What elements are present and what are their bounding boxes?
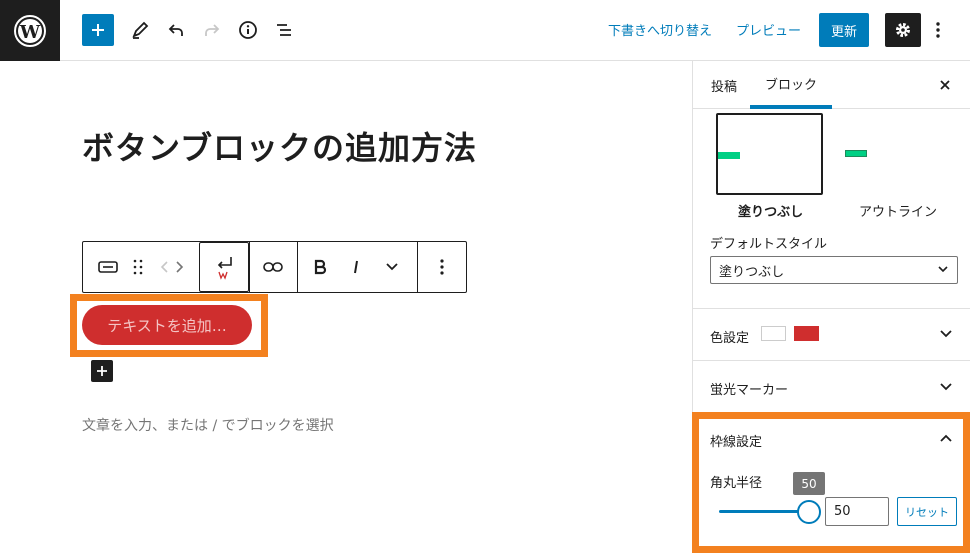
border-radius-slider-thumb[interactable] xyxy=(797,500,821,524)
toolbar-divider xyxy=(297,242,298,292)
slider-value-tooltip: 50 xyxy=(793,472,825,495)
svg-text:W: W xyxy=(19,22,41,43)
tab-block[interactable]: ブロック xyxy=(750,61,832,109)
redo-icon xyxy=(205,24,220,36)
toolbar-divider xyxy=(417,242,418,292)
paragraph-placeholder[interactable]: 文章を入力、または / でブロックを選択 xyxy=(82,415,334,435)
toolbar-divider xyxy=(249,242,250,292)
editor-canvas: ボタンブロックの追加方法 テキストを追加… 文章を入力、または / でブロックを… xyxy=(0,61,692,553)
border-radius-input[interactable]: 50 xyxy=(825,497,889,526)
button-block[interactable]: テキストを追加… xyxy=(82,305,252,345)
details-button[interactable] xyxy=(232,14,264,46)
style-fill-preview[interactable] xyxy=(716,113,823,195)
bold-button[interactable] xyxy=(307,242,333,292)
gear-icon xyxy=(896,23,910,37)
outline-style-sample xyxy=(845,150,867,157)
tab-post[interactable]: 投稿 xyxy=(709,61,739,109)
sidebar-tabs: 投稿 ブロック xyxy=(693,61,970,109)
bold-icon xyxy=(314,259,327,275)
add-block-button[interactable] xyxy=(82,14,114,46)
block-options-button[interactable] xyxy=(427,242,457,292)
background-color-swatch xyxy=(794,326,819,341)
block-toolbar xyxy=(82,241,467,293)
preview-link[interactable]: プレビュー xyxy=(736,20,801,39)
reset-button[interactable]: リセット xyxy=(897,497,957,526)
wordpress-logo-icon[interactable]: W xyxy=(0,0,60,61)
post-title[interactable]: ボタンブロックの追加方法 xyxy=(82,123,477,169)
link-button[interactable] xyxy=(257,242,289,292)
panel-color-settings[interactable]: 色設定 xyxy=(693,308,970,360)
editor-top-bar: W 下書きへ切り替え プレビュー 更新 xyxy=(0,0,970,61)
info-icon xyxy=(239,21,257,39)
list-view-icon xyxy=(277,24,291,36)
update-button[interactable]: 更新 xyxy=(819,13,869,47)
close-sidebar-button[interactable] xyxy=(933,73,957,97)
style-outline-label: アウトライン xyxy=(859,205,938,220)
default-style-value: 塗りつぶし xyxy=(719,264,785,280)
chevron-down-icon xyxy=(940,383,952,391)
italic-icon xyxy=(354,260,358,274)
style-fill-label: 塗りつぶし xyxy=(738,205,804,220)
default-style-label: デフォルトスタイル xyxy=(710,237,828,252)
chevron-down-icon xyxy=(386,263,398,271)
link-icon xyxy=(263,262,283,272)
list-view-button[interactable] xyxy=(268,14,300,46)
block-inserter-button[interactable] xyxy=(91,360,113,382)
vertical-ellipsis-icon xyxy=(936,22,940,38)
undo-button[interactable] xyxy=(160,14,192,46)
text-color-swatch xyxy=(761,326,786,341)
return-arrow-icon xyxy=(217,257,232,280)
fill-style-sample xyxy=(718,152,740,159)
close-icon xyxy=(940,80,950,90)
drag-handle-icon xyxy=(133,259,143,275)
redo-button[interactable] xyxy=(196,14,228,46)
chevron-down-icon xyxy=(940,330,952,338)
plus-icon xyxy=(92,24,104,36)
chevron-left-right-icon xyxy=(160,261,184,273)
vertical-ellipsis-icon xyxy=(440,259,444,275)
more-options-button[interactable] xyxy=(928,14,948,46)
settings-button[interactable] xyxy=(885,13,921,47)
pencil-icon xyxy=(132,21,149,39)
panel-color-title: 色設定 xyxy=(710,331,750,346)
drag-handle[interactable] xyxy=(127,242,149,292)
move-arrows[interactable] xyxy=(155,242,189,292)
button-block-icon xyxy=(98,261,118,273)
default-style-select[interactable]: 塗りつぶし xyxy=(710,256,958,284)
border-settings-highlight-box xyxy=(692,412,970,553)
italic-button[interactable] xyxy=(343,242,369,292)
tools-button[interactable] xyxy=(124,14,156,46)
chevron-down-icon xyxy=(938,266,948,273)
panel-highlighter-title: 蛍光マーカー xyxy=(710,383,789,398)
undo-icon xyxy=(168,24,183,36)
panel-highlighter[interactable]: 蛍光マーカー xyxy=(693,360,970,412)
more-formats-button[interactable] xyxy=(379,242,405,292)
style-outline-preview[interactable] xyxy=(833,113,940,195)
switch-to-draft-link[interactable]: 下書きへ切り替え xyxy=(608,20,712,39)
plus-icon xyxy=(97,366,107,376)
block-type-button[interactable] xyxy=(91,242,125,292)
align-button[interactable] xyxy=(199,242,249,292)
border-radius-slider-track[interactable] xyxy=(719,510,809,513)
